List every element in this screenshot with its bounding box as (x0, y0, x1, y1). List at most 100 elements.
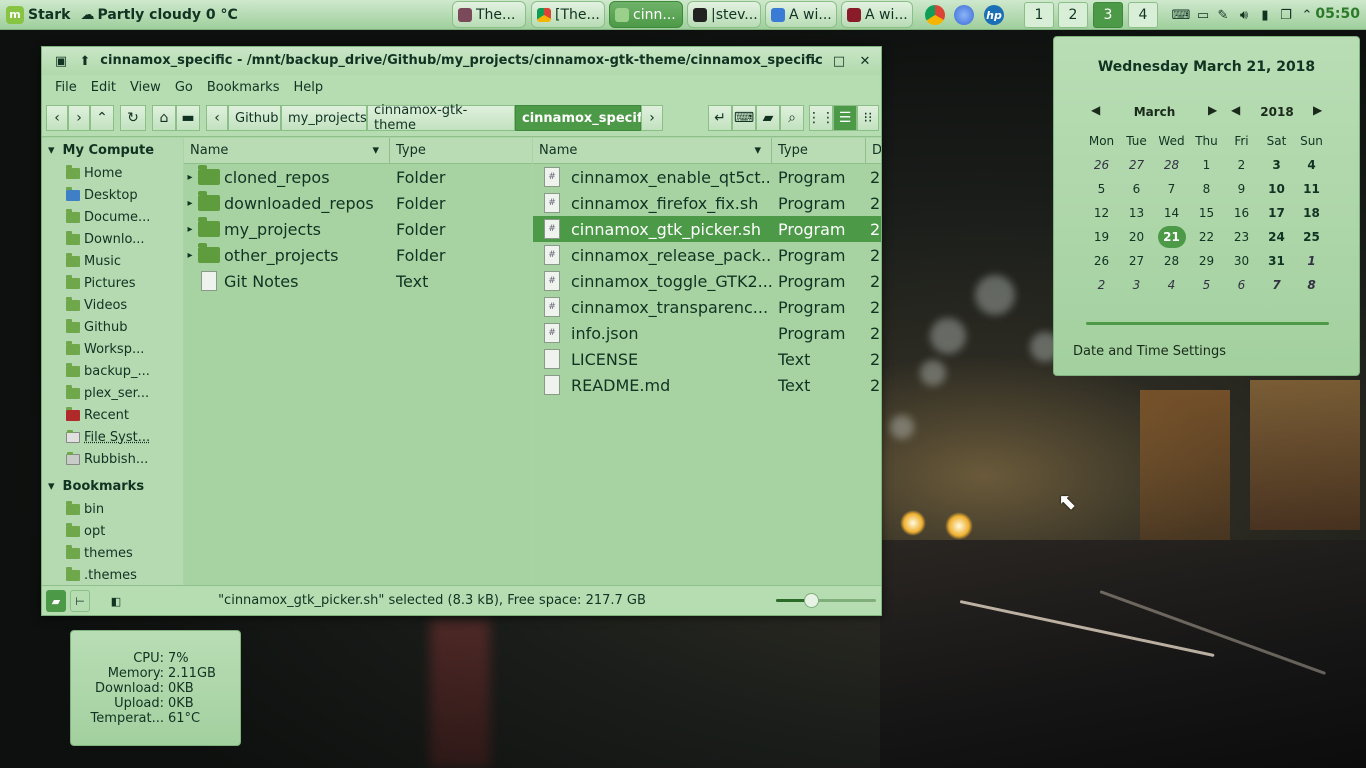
sidebar-item-plex[interactable]: plex_ser... (42, 382, 183, 404)
up-button[interactable]: ⌃ (90, 105, 114, 131)
calendar-day[interactable]: 8 (1189, 182, 1224, 196)
chrome-launcher-icon[interactable] (925, 5, 945, 25)
calendar-day[interactable]: 23 (1224, 230, 1259, 244)
calendar-day[interactable]: 4 (1294, 158, 1329, 172)
calendar-day[interactable]: 27 (1119, 158, 1154, 172)
taskbar-item[interactable]: The... (452, 1, 526, 28)
calendar-day[interactable]: 19 (1084, 230, 1119, 244)
zoom-slider-handle[interactable] (804, 593, 819, 608)
calendar-day[interactable]: 7 (1154, 182, 1189, 196)
file-row[interactable]: # cinnamox_enable_qt5ct... Program 2 (533, 164, 881, 190)
sidebar-item-music[interactable]: Music (42, 250, 183, 272)
sidebar-item-videos[interactable]: Videos (42, 294, 183, 316)
calendar-day[interactable]: 30 (1224, 254, 1259, 268)
sidebar-item-pictures[interactable]: Pictures (42, 272, 183, 294)
file-row[interactable]: # cinnamox_firefox_fix.sh Program 2 (533, 190, 881, 216)
toggle-location-button[interactable]: ↵ (708, 105, 732, 131)
calendar-day[interactable]: 29 (1189, 254, 1224, 268)
calendar-day[interactable]: 31 (1259, 254, 1294, 268)
compact-view-button[interactable]: ⁝⁝ (857, 105, 879, 131)
file-row[interactable]: ▸ other_projects Folder (184, 242, 532, 268)
breadcrumb-cinnamox-gtk-theme[interactable]: cinnamox-gtk-theme (367, 103, 515, 133)
file-row[interactable]: Git Notes Text (184, 268, 532, 294)
calendar-day[interactable]: 5 (1084, 182, 1119, 196)
expander-right-icon[interactable]: ▸ (184, 250, 196, 261)
file-row[interactable]: ▸ downloaded_repos Folder (184, 190, 532, 216)
workspace-4[interactable]: 4 (1128, 2, 1158, 28)
calendar-day[interactable]: 14 (1154, 206, 1189, 220)
sidebar-item-downloads[interactable]: Downlo... (42, 228, 183, 250)
file-row-selected[interactable]: # cinnamox_gtk_picker.sh Program 2 (533, 216, 881, 242)
network-globe-icon[interactable] (954, 5, 974, 25)
column-header-type[interactable]: Type (772, 138, 866, 164)
sidebar-item-desktop[interactable]: Desktop (42, 184, 183, 206)
hide-sidebar-button[interactable]: ◧ (108, 592, 124, 610)
search-button[interactable]: ⌕ (780, 105, 804, 131)
taskbar-item[interactable]: A wi... (841, 1, 913, 28)
expander-right-icon[interactable]: ▸ (184, 198, 196, 209)
maximize-icon[interactable]: □ (830, 52, 848, 70)
sidebar-item-workspace[interactable]: Worksp... (42, 338, 183, 360)
column-header-name[interactable]: Name ▾ (184, 138, 390, 164)
file-row[interactable]: README.md Text 2 (533, 372, 881, 398)
calendar-day[interactable]: 18 (1294, 206, 1329, 220)
file-row[interactable]: ▸ cloned_repos Folder (184, 164, 532, 190)
sidebar-header-bookmarks[interactable]: ▾ Bookmarks (42, 474, 183, 498)
calendar-day[interactable]: 9 (1224, 182, 1259, 196)
menu-help[interactable]: Help (286, 80, 330, 95)
taskbar-item[interactable]: |stev... (687, 1, 761, 28)
file-row[interactable]: ▸ my_projects Folder (184, 216, 532, 242)
calendar-day[interactable]: 26 (1084, 254, 1119, 268)
next-year-button[interactable]: ▶ (1313, 103, 1322, 117)
sidebar-item-home[interactable]: Home (42, 162, 183, 184)
menu-view[interactable]: View (123, 80, 168, 95)
sidebar-item-filesystem[interactable]: File Syst... (42, 426, 183, 448)
title-bar[interactable]: ▣ ⬆ cinnamox_specific - /mnt/backup_driv… (42, 47, 881, 75)
breadcrumb-scroll-left[interactable]: ‹ (206, 105, 228, 131)
calendar-day[interactable]: 16 (1224, 206, 1259, 220)
calendar-day[interactable]: 28 (1154, 254, 1189, 268)
calendar-day[interactable]: 26 (1084, 158, 1119, 172)
calendar-day[interactable]: 17 (1259, 206, 1294, 220)
next-month-button[interactable]: ▶ (1208, 103, 1217, 117)
tree-sidebar-button[interactable]: ⊢ (70, 590, 90, 612)
calendar-day[interactable]: 6 (1224, 278, 1259, 292)
calendar-day[interactable]: 24 (1259, 230, 1294, 244)
sidebar-bookmark-opt[interactable]: opt (42, 520, 183, 542)
start-menu-button[interactable]: m Stark (0, 0, 76, 30)
back-button[interactable]: ‹ (46, 105, 68, 131)
home-button[interactable]: ⌂ (152, 105, 176, 131)
sidebar-item-documents[interactable]: Docume... (42, 206, 183, 228)
calendar-day[interactable]: 13 (1119, 206, 1154, 220)
display-icon[interactable]: ▭ (1195, 7, 1211, 23)
sidebar-item-trash[interactable]: Rubbish... (42, 448, 183, 470)
menu-edit[interactable]: Edit (84, 80, 123, 95)
calendar-day[interactable]: 11 (1294, 182, 1329, 196)
forward-button[interactable]: › (68, 105, 90, 131)
date-time-settings-link[interactable]: Date and Time Settings (1073, 344, 1226, 359)
expander-right-icon[interactable]: ▸ (184, 224, 196, 235)
weather-applet[interactable]: ☁ Partly cloudy 0 °C (80, 7, 237, 23)
color-picker-icon[interactable]: ✎ (1215, 7, 1231, 23)
list-view-button[interactable]: ☰ (833, 105, 857, 131)
minimize-icon[interactable]: – (805, 52, 823, 70)
calendar-day[interactable]: 8 (1294, 278, 1329, 292)
workspace-3[interactable]: 3 (1093, 2, 1123, 28)
file-row[interactable]: # cinnamox_release_pack... Program 2 (533, 242, 881, 268)
icon-view-button[interactable]: ⋮⋮ (807, 105, 835, 131)
panel-clock[interactable]: 05:50 (1315, 6, 1360, 22)
calendar-day[interactable]: 7 (1259, 278, 1294, 292)
calendar-today[interactable]: 21 (1157, 226, 1186, 248)
calendar-day[interactable]: 1 (1189, 158, 1224, 172)
window-list-icon[interactable]: ❐ (1278, 7, 1294, 23)
calendar-day[interactable]: 5 (1189, 278, 1224, 292)
calendar-day[interactable]: 22 (1189, 230, 1224, 244)
menu-bookmarks[interactable]: Bookmarks (200, 80, 287, 95)
calendar-day[interactable]: 12 (1084, 206, 1119, 220)
sidebar-bookmark-themes[interactable]: themes (42, 542, 183, 564)
calendar-day[interactable]: 20 (1119, 230, 1154, 244)
sidebar-bookmark-bin[interactable]: bin (42, 498, 183, 520)
calendar-day[interactable]: 6 (1119, 182, 1154, 196)
computer-button[interactable]: ▬ (176, 105, 200, 131)
reload-button[interactable]: ↻ (120, 105, 146, 131)
